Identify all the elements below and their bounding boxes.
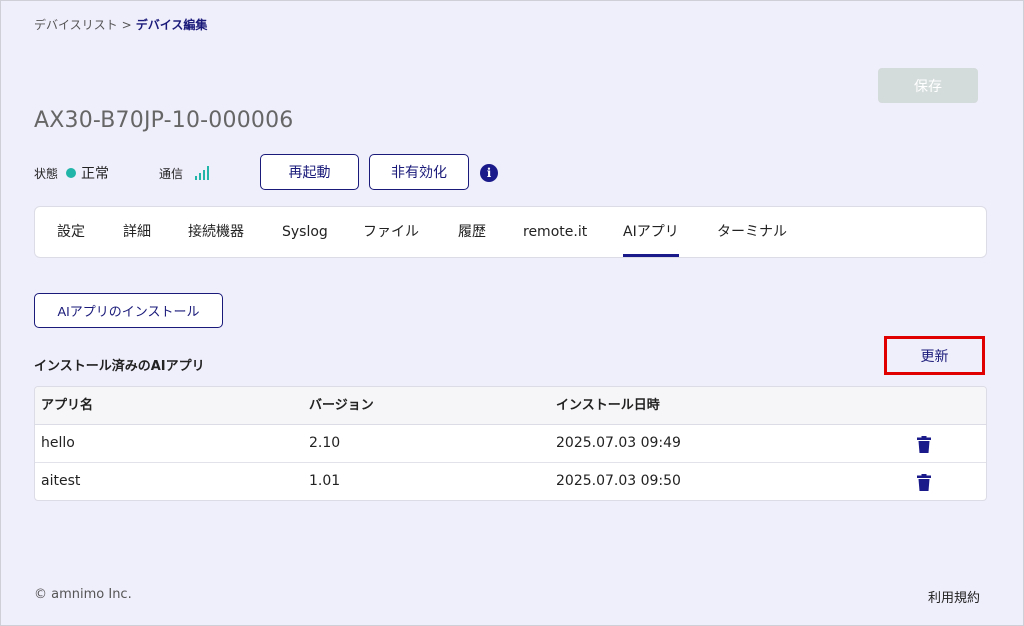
install-ai-app-button[interactable]: AIアプリのインストール	[34, 293, 223, 328]
info-icon[interactable]: i	[480, 164, 498, 182]
installed-apps-table: アプリ名 バージョン インストール日時 hello 2.10 2025.07.0…	[34, 386, 987, 501]
signal-strength-icon	[195, 166, 210, 180]
app-name-cell: aitest	[41, 473, 81, 489]
trash-icon[interactable]	[917, 436, 931, 453]
save-button[interactable]: 保存	[878, 68, 978, 103]
column-header-version: バージョン	[309, 398, 374, 413]
tab-settings[interactable]: 設定	[57, 207, 85, 257]
status-label: 状態	[34, 166, 59, 181]
table-header: アプリ名 バージョン インストール日時	[35, 387, 986, 425]
restart-button[interactable]: 再起動	[260, 154, 359, 190]
table-row: hello 2.10 2025.07.03 09:49	[35, 425, 986, 463]
breadcrumb-current: デバイス編集	[135, 18, 208, 32]
copyright: © amnimo Inc.	[34, 587, 132, 602]
tab-history[interactable]: 履歴	[458, 207, 486, 257]
tab-terminal[interactable]: ターミナル	[717, 207, 787, 257]
tab-details[interactable]: 詳細	[123, 207, 151, 257]
version-cell: 2.10	[309, 435, 341, 451]
table-row: aitest 1.01 2025.07.03 09:50	[35, 463, 986, 500]
disable-button[interactable]: 非有効化	[369, 154, 469, 190]
column-header-app-name: アプリ名	[41, 398, 94, 413]
tab-syslog[interactable]: Syslog	[282, 207, 328, 257]
refresh-button[interactable]: 更新	[915, 345, 955, 367]
status-dot-icon	[66, 168, 77, 178]
section-title: インストール済みのAIアプリ	[34, 359, 205, 374]
tab-files[interactable]: ファイル	[363, 207, 419, 257]
installed-at-cell: 2025.07.03 09:49	[556, 435, 681, 451]
breadcrumb-parent-link[interactable]: デバイスリスト	[34, 18, 118, 32]
installed-at-cell: 2025.07.03 09:50	[556, 473, 681, 489]
trash-icon[interactable]	[917, 474, 931, 491]
app-name-cell: hello	[41, 435, 75, 451]
breadcrumb-separator: >	[121, 18, 132, 32]
breadcrumb: デバイスリスト > デバイス編集	[34, 16, 207, 33]
version-cell: 1.01	[309, 473, 341, 489]
communication-label: 通信	[159, 166, 184, 181]
refresh-highlight: 更新	[884, 336, 985, 375]
page-title: AX30-B70JP-10-000006	[34, 108, 294, 133]
column-header-installed-at: インストール日時	[556, 398, 660, 413]
tab-bar: 設定 詳細 接続機器 Syslog ファイル 履歴 remote.it AIアプ…	[34, 206, 987, 258]
terms-link[interactable]: 利用規約	[928, 587, 980, 606]
tab-ai-apps[interactable]: AIアプリ	[623, 207, 679, 257]
tab-connected-devices[interactable]: 接続機器	[188, 207, 244, 257]
tab-remote-it[interactable]: remote.it	[523, 207, 587, 257]
status-row: 状態 正常 通信	[34, 155, 210, 191]
status-value: 正常	[81, 166, 110, 182]
